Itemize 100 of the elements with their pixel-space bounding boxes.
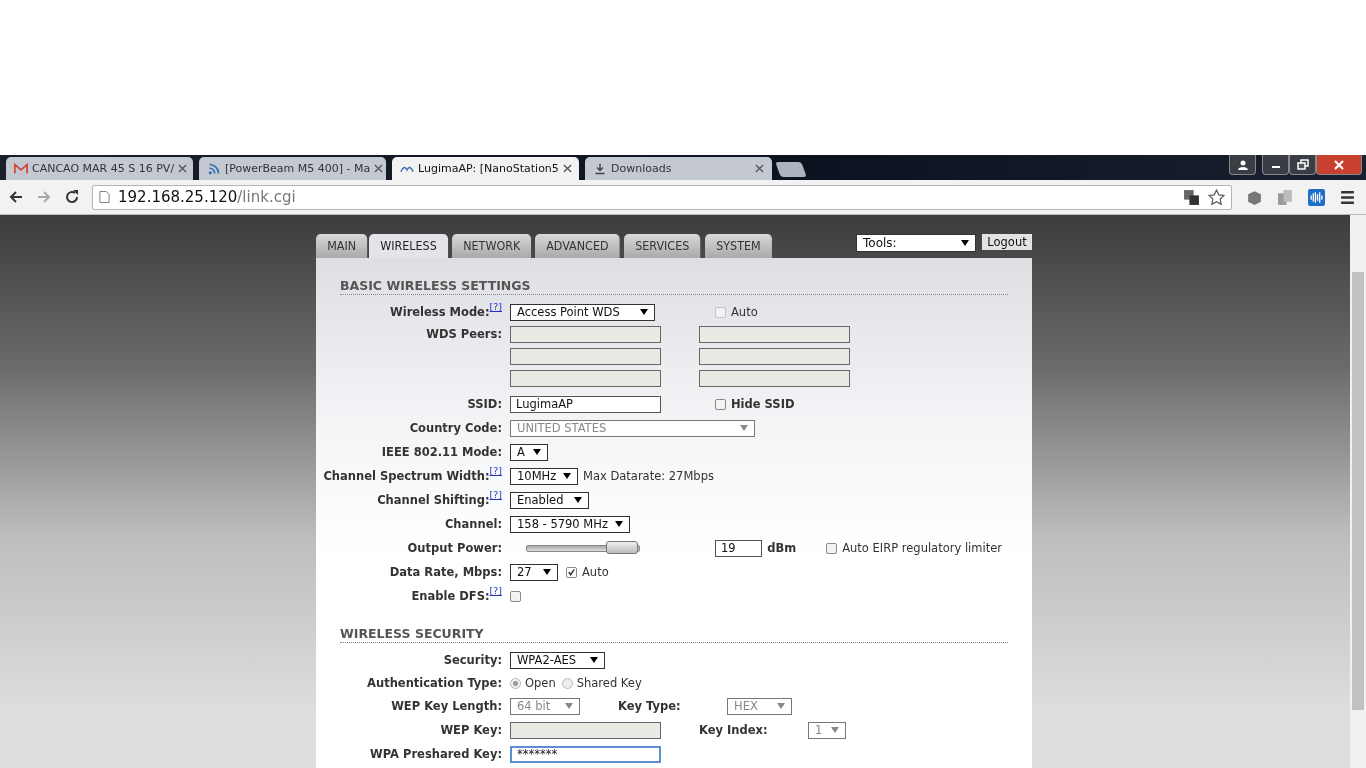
wds-peer-field[interactable] [510,370,661,387]
spectrum-width-dropdown[interactable]: 10MHz [510,467,578,485]
close-window-button[interactable] [1316,155,1362,175]
help-link[interactable]: [?] [489,585,502,596]
browser-tab[interactable]: [PowerBeam M5 400] - Ma [199,157,386,180]
field-label: WEP Key Length: [391,699,502,713]
field-label: Channel: [444,517,502,531]
field-label: Enable DFS: [411,589,490,603]
ssid-field[interactable]: LugimaAP [510,395,661,413]
unit-text: dBm [767,541,797,555]
field-label: WPA Preshared Key: [370,747,502,761]
checkbox-label: Auto EIRP regulatory limiter [842,541,1002,555]
field-label: IEEE 802.11 Mode: [381,445,502,459]
field-label: Key Type: [618,699,682,713]
field-label: Key Index: [699,723,769,737]
radio-label: Shared Key [576,676,642,690]
menu-icon[interactable] [1339,188,1356,206]
sound-wave-icon[interactable] [1308,188,1325,206]
scrollbar[interactable] [1350,215,1366,768]
field-label: Authentication Type: [367,676,502,690]
field-label: Country Code: [409,421,502,435]
wds-peer-field[interactable] [699,326,850,343]
eirp-checkbox[interactable] [826,542,838,554]
field-label: Channel Shifting: [377,493,490,507]
caret-icon [574,497,582,503]
restore-button[interactable] [1289,155,1316,175]
output-power-field[interactable]: 19 [715,539,763,557]
checkbox-label: Hide SSID [731,397,795,411]
caret-icon [533,449,541,455]
wpa-key-field[interactable]: ******* [510,745,661,763]
channel-dropdown[interactable]: 158 - 5790 MHz [510,515,630,533]
mail-icon [14,162,28,175]
nav-tab[interactable]: WIRELESS [369,234,448,258]
caret-icon [961,240,969,246]
feed-icon [207,162,221,175]
close-icon[interactable] [374,164,384,173]
copy-icon[interactable] [1277,188,1294,206]
minimize-button[interactable] [1262,155,1289,175]
close-icon[interactable] [562,164,572,173]
field-label: WEP Key: [440,723,502,737]
download-icon [593,162,607,175]
wds-peer-field[interactable] [699,348,850,365]
data-rate-dropdown[interactable]: 27 [510,563,558,581]
field-label: SSID: [467,397,502,411]
address-bar[interactable]: 192.168.25.120/link.cgi [92,184,1232,210]
caret-icon [565,703,573,709]
wireless-mode-dropdown[interactable]: Access Point WDS [510,303,655,321]
dfs-checkbox[interactable] [510,590,521,602]
section-heading: WIRELESS SECURITY [340,626,1008,643]
caret-icon [615,521,623,527]
field-label: WDS Peers: [426,327,502,341]
minimize-icon [1271,166,1280,168]
back-arrow-icon[interactable] [8,189,24,205]
nav-tab[interactable]: NETWORK [451,234,532,258]
field-label: Data Rate, Mbps: [389,565,502,579]
radio-label: Open [525,676,556,690]
field-label: Security: [443,653,502,667]
star-icon[interactable] [1208,188,1225,206]
wds-peer-field[interactable] [699,370,850,387]
auto-checkbox[interactable] [566,566,577,578]
tools-dropdown[interactable]: Tools: [856,234,976,252]
new-tab-button[interactable] [775,162,807,177]
caret-icon [590,657,598,663]
person-icon [1236,158,1249,171]
logout-button[interactable]: Logout [982,234,1032,250]
mode-dropdown[interactable]: A [510,443,548,461]
caret-icon [831,727,839,733]
reload-icon[interactable] [64,189,80,205]
restore-icon [1296,158,1309,171]
browser-tab[interactable]: LugimaAP: [NanoStation5 [392,157,579,180]
help-link[interactable]: [?] [489,489,502,500]
field-label: Wireless Mode: [390,305,490,319]
nav-tab[interactable]: SERVICES [624,234,701,258]
security-dropdown[interactable]: WPA2-AES [510,651,605,669]
close-icon[interactable] [755,164,764,173]
caret-icon [543,569,551,575]
nav-tab[interactable]: MAIN [316,234,368,258]
close-icon [1333,158,1345,171]
wds-peer-field[interactable] [510,326,661,343]
channel-shifting-dropdown[interactable]: Enabled [510,491,589,509]
help-link[interactable]: [?] [489,301,502,312]
nav-tab[interactable]: SYSTEM [704,234,772,258]
slider-handle[interactable] [606,540,639,554]
field-label: Channel Spectrum Width: [323,469,490,483]
scrollbar-thumb[interactable] [1352,272,1364,710]
caret-icon [563,473,571,479]
browser-tab[interactable]: CANCAO MAR 45 S 16 PV/ [6,157,193,180]
auto-checkbox[interactable] [715,306,726,318]
caret-icon [640,309,648,315]
browser-tab[interactable]: Downloads [585,157,772,180]
max-datarate-text: Max Datarate: 27Mbps [583,469,714,483]
checkbox-label: Auto [582,565,609,579]
nav-tab[interactable]: ADVANCED [535,234,620,258]
wds-peer-field[interactable] [510,348,661,365]
field-label: Output Power: [407,541,502,555]
help-link[interactable]: [?] [489,465,502,476]
hide-ssid-checkbox[interactable] [715,398,726,410]
close-icon[interactable] [178,164,188,173]
page-icon [99,190,110,204]
profile-button[interactable] [1229,155,1256,175]
